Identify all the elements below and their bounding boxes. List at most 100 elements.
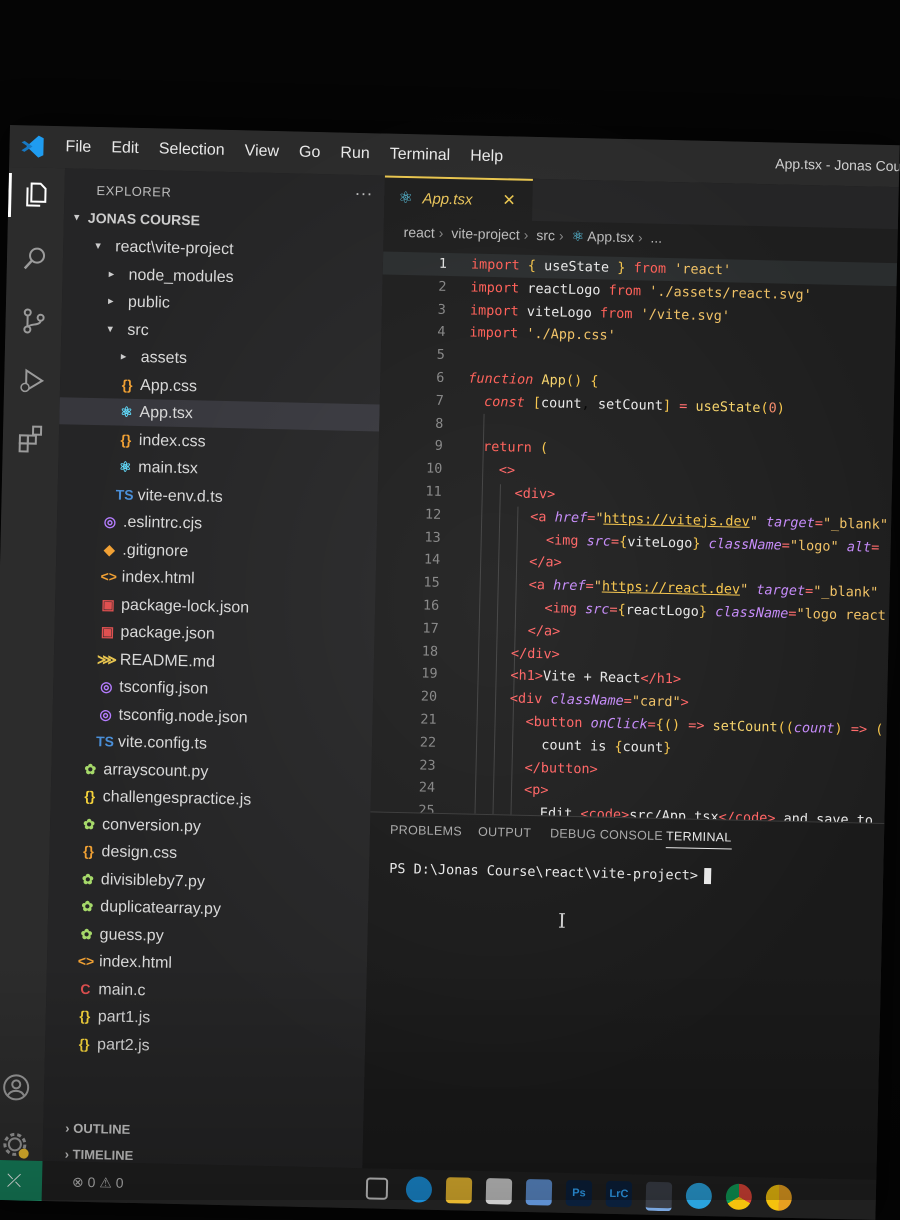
menu-terminal[interactable]: Terminal (379, 133, 460, 177)
breadcrumb-file[interactable]: App.tsx (587, 228, 634, 245)
tree-item-label: package-lock.json (120, 596, 250, 617)
line-number: 19 (421, 665, 438, 683)
explorer-header: EXPLORER (96, 182, 172, 200)
close-icon[interactable]: ✕ (502, 180, 516, 222)
search-icon[interactable] (19, 243, 52, 276)
menu-run[interactable]: Run (330, 132, 380, 175)
html-icon: <> (77, 952, 95, 970)
css-icon: {} (120, 431, 132, 448)
store-icon[interactable] (525, 1178, 553, 1206)
markdown-icon: ⋙ (96, 650, 118, 668)
line-number: 15 (423, 574, 440, 592)
tree-item-label: src (127, 321, 149, 339)
code-text: </a> (527, 622, 561, 640)
run-debug-icon[interactable] (16, 365, 49, 398)
line-number: 16 (422, 597, 440, 614)
react-icon: ⚛ (120, 403, 133, 420)
line-number: 10 (425, 460, 443, 478)
timeline-section[interactable]: › TIMELINE (64, 1147, 133, 1164)
line-number: 7 (435, 392, 445, 409)
typescript-icon: TS (115, 485, 134, 503)
tree-item-label: design.css (101, 843, 178, 862)
outline-section[interactable]: › OUTLINE (65, 1121, 130, 1137)
line-number: 22 (419, 734, 437, 751)
chevron-down-icon: ▾ (95, 239, 101, 253)
terminal-panel: PROBLEMS OUTPUT DEBUG CONSOLE TERMINAL P… (362, 811, 885, 1180)
active-view-indicator (7, 172, 12, 218)
chrome-icon[interactable] (725, 1183, 753, 1211)
chrome-canary-icon[interactable] (765, 1184, 793, 1212)
vscode-logo-icon (9, 125, 56, 168)
breadcrumb-vite-project[interactable]: vite-project (451, 225, 520, 243)
tree-item-label: duplicatearray.py (100, 898, 222, 918)
breadcrumb-react[interactable]: react (403, 224, 434, 241)
tree-item-label: main.tsx (138, 459, 199, 478)
python-icon: ✿ (81, 897, 94, 915)
chevron-down-icon: ▾ (73, 211, 80, 224)
chevron-down-icon: ▾ (107, 322, 114, 335)
menu-go[interactable]: Go (289, 131, 331, 174)
tab-output[interactable]: OUTPUT (478, 825, 531, 840)
terminal-prompt[interactable]: PS D:\Jonas Course\react\vite-project> (389, 861, 712, 885)
react-icon: ⚛ (118, 458, 132, 475)
menu-selection[interactable]: Selection (148, 128, 235, 172)
lightroom-icon[interactable]: LrC (605, 1180, 633, 1208)
tree-item-label: index.html (121, 568, 195, 588)
mail-icon[interactable] (485, 1178, 513, 1205)
more-actions-icon[interactable]: ··· (354, 183, 372, 204)
files-icon[interactable] (20, 179, 53, 212)
breadcrumb-symbol[interactable]: ... (650, 230, 662, 246)
c-file-icon: C (80, 980, 91, 997)
menu-help[interactable]: Help (460, 135, 514, 178)
eslint-icon: ◎ (103, 513, 117, 530)
html-icon: <> (100, 568, 118, 585)
python-icon: ✿ (84, 760, 97, 777)
css-icon: {} (121, 376, 133, 393)
tree-item-label: vite.config.ts (117, 733, 208, 753)
chevron-right-icon: ▸ (107, 295, 114, 308)
code-editor[interactable]: 1 import { useState } from 'react' 2 impor… (371, 251, 898, 829)
code-text: <div> (514, 485, 556, 503)
tree-item-label: assets (140, 349, 188, 368)
telegram-icon[interactable] (685, 1182, 713, 1210)
terminal-cursor (703, 867, 712, 885)
tsconfig-icon: ◎ (99, 705, 112, 722)
line-number: 6 (436, 369, 445, 386)
tab-debug-console[interactable]: DEBUG CONSOLE (550, 826, 663, 843)
line-number: 24 (418, 779, 436, 797)
code-text: </div> (510, 645, 560, 663)
tree-item-label: part2.js (96, 1035, 150, 1054)
tree-item-label: index.css (138, 431, 206, 451)
tree-item-label: public (127, 293, 171, 312)
chevron-right-icon: › (64, 1146, 70, 1162)
remote-icon[interactable]: ⤫ (0, 1159, 43, 1201)
tsconfig-icon: ◎ (100, 678, 113, 695)
tab-app-tsx[interactable]: ⚛ App.tsx ✕ (383, 175, 533, 222)
edge-icon[interactable] (405, 1176, 433, 1203)
tab-terminal[interactable]: TERMINAL (665, 829, 732, 850)
tree-item-label: .gitignore (122, 541, 189, 560)
line-number: 21 (420, 711, 437, 728)
tab-label: App.tsx (422, 190, 473, 209)
menu-view[interactable]: View (234, 130, 289, 173)
source-control-icon[interactable] (17, 305, 50, 338)
settings-gear-icon[interactable] (0, 1129, 31, 1162)
menu-edit[interactable]: Edit (101, 127, 150, 170)
code-text: <p> (523, 782, 549, 799)
breadcrumb: react › vite-project › src › ⚛ App.tsx › ... (403, 223, 663, 246)
line-number: 1 (438, 255, 448, 272)
react-icon: ⚛ (398, 189, 413, 208)
chevron-right-icon: › (65, 1120, 70, 1136)
python-icon: ✿ (83, 815, 96, 832)
task-view-icon[interactable] (365, 1177, 389, 1200)
menu-file[interactable]: File (55, 126, 102, 169)
javascript-icon: {} (84, 787, 96, 805)
photoshop-icon[interactable]: Ps (565, 1179, 593, 1207)
extensions-icon[interactable] (15, 423, 48, 456)
vscode-icon[interactable] (645, 1181, 673, 1212)
breadcrumb-src[interactable]: src (536, 227, 555, 243)
status-problems[interactable]: ⊗ 0 ⚠ 0 (72, 1162, 124, 1203)
account-icon[interactable] (0, 1072, 33, 1105)
tab-problems[interactable]: PROBLEMS (390, 823, 462, 839)
python-icon: ✿ (80, 925, 93, 942)
